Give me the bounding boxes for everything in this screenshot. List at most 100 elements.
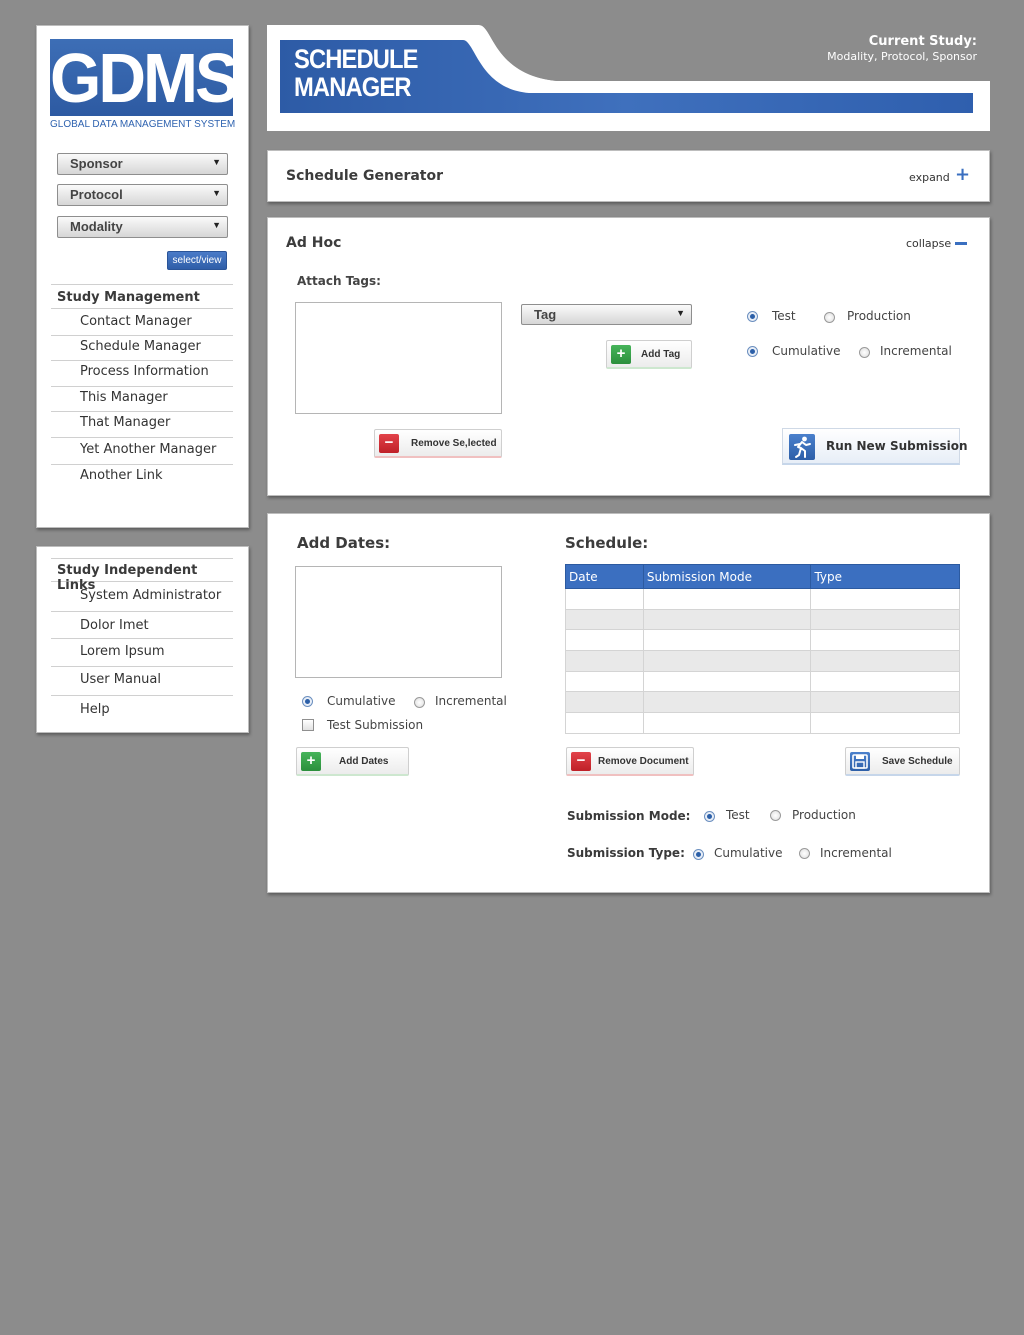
submission-mode-cell	[642, 670, 812, 693]
add-dates-button[interactable]: + Add Dates	[296, 747, 409, 776]
submission-type-incremental-radio[interactable]	[799, 848, 810, 859]
test-submission-checkbox[interactable]	[302, 719, 314, 731]
submission-mode-cell	[642, 712, 812, 734]
add-tag-label: Add Tag	[641, 349, 681, 360]
submission-type-cumulative-label: Cumulative	[714, 846, 783, 860]
type-cumulative-label: Cumulative	[772, 344, 841, 358]
independent-links-panel: Study Independent Links System Administr…	[36, 546, 249, 733]
table-row[interactable]	[565, 629, 960, 652]
dates-schedule-panel: Add Dates: Cumulative Incremental Test S…	[267, 513, 990, 893]
nav-process-information[interactable]: Process Information	[51, 361, 233, 387]
study-management-heading: Study Management	[51, 284, 233, 309]
nav-contact-manager[interactable]: Contact Manager	[51, 310, 233, 336]
nav-help[interactable]: Help	[51, 696, 233, 724]
modality-select-label: Modality	[70, 219, 123, 234]
submission-type-cumulative-radio[interactable]	[693, 849, 704, 860]
running-person-icon	[789, 434, 815, 460]
type-cell	[810, 670, 960, 693]
run-new-submission-button[interactable]: Run New Submission	[782, 428, 968, 465]
current-study-value: Modality, Protocol, Sponsor	[827, 50, 977, 63]
current-study-label: Current Study:	[868, 34, 977, 49]
column-header-submission-mode[interactable]: Submission Mode	[642, 564, 812, 589]
date-cell	[565, 629, 644, 652]
expand-link[interactable]: expand	[909, 171, 950, 184]
type-incremental-label: Incremental	[880, 344, 952, 358]
chevron-down-icon: ▼	[212, 188, 221, 198]
table-row[interactable]	[565, 588, 960, 610]
remove-selected-button[interactable]: − Remove Se,lected	[374, 429, 502, 458]
save-schedule-label: Save Schedule	[882, 756, 953, 767]
select-view-button[interactable]: select/view	[167, 251, 227, 270]
table-row[interactable]	[565, 650, 960, 672]
nav-lorem-ipsum[interactable]: Lorem Ipsum	[51, 639, 233, 667]
submission-mode-cell	[642, 588, 812, 610]
run-new-submission-label: Run New Submission	[826, 439, 968, 453]
remove-selected-label: Remove Se,lected	[411, 438, 497, 449]
type-cell	[810, 588, 960, 610]
protocol-select[interactable]: Protocol ▼	[57, 184, 228, 206]
env-production-radio[interactable]	[824, 312, 835, 323]
table-row[interactable]	[565, 608, 960, 631]
protocol-select-label: Protocol	[70, 187, 123, 202]
dates-incremental-radio[interactable]	[414, 697, 425, 708]
nav-that-manager[interactable]: That Manager	[51, 412, 233, 438]
schedule-title: Schedule:	[565, 534, 649, 552]
nav-schedule-manager[interactable]: Schedule Manager	[51, 336, 233, 361]
tag-select[interactable]: Tag ▼	[521, 304, 692, 325]
logo-text: GDMS	[50, 39, 239, 117]
save-disk-icon	[850, 752, 870, 771]
submission-type-label: Submission Type:	[567, 846, 685, 860]
collapse-link[interactable]: collapse	[906, 237, 951, 250]
submission-mode-cell	[642, 608, 812, 631]
submission-mode-test-label: Test	[726, 808, 750, 822]
submission-mode-production-radio[interactable]	[770, 810, 781, 821]
sponsor-select[interactable]: Sponsor ▼	[57, 153, 228, 175]
type-cell	[810, 629, 960, 652]
submission-mode-label: Submission Mode:	[567, 809, 691, 823]
dates-cumulative-label: Cumulative	[327, 694, 396, 708]
nav-yet-another-manager[interactable]: Yet Another Manager	[51, 438, 233, 465]
ad-hoc-title: Ad Hoc	[286, 235, 342, 251]
type-cumulative-radio[interactable]	[747, 346, 758, 357]
minus-icon[interactable]	[955, 242, 967, 245]
date-cell	[565, 650, 644, 672]
nav-system-administrator[interactable]: System Administrator	[51, 582, 233, 612]
remove-document-button[interactable]: − Remove Document	[566, 747, 694, 776]
page-title-line1: SCHEDULE	[294, 44, 419, 74]
schedule-header-row: Date Submission Mode Type	[565, 564, 960, 589]
plus-icon[interactable]: +	[955, 164, 970, 185]
ad-hoc-panel: Ad Hoc collapse Attach Tags: Tag ▼ + Add…	[267, 217, 990, 496]
submission-mode-cell	[642, 629, 812, 652]
dates-cumulative-radio[interactable]	[302, 696, 313, 707]
type-incremental-radio[interactable]	[859, 347, 870, 358]
test-submission-label: Test Submission	[327, 718, 424, 732]
modality-select[interactable]: Modality ▼	[57, 216, 228, 238]
column-header-type[interactable]: Type	[810, 564, 960, 589]
nav-user-manual[interactable]: User Manual	[51, 667, 233, 696]
add-tag-button[interactable]: + Add Tag	[606, 340, 692, 369]
table-row[interactable]	[565, 670, 960, 693]
nav-dolor-imet[interactable]: Dolor Imet	[51, 612, 233, 639]
env-test-radio[interactable]	[747, 311, 758, 322]
schedule-generator-panel: Schedule Generator expand +	[267, 150, 990, 202]
plus-icon: +	[301, 752, 321, 771]
column-header-date[interactable]: Date	[565, 564, 644, 589]
type-cell	[810, 608, 960, 631]
submission-type-incremental-label: Incremental	[820, 846, 892, 860]
table-row[interactable]	[565, 712, 960, 734]
date-cell	[565, 588, 644, 610]
submission-mode-test-radio[interactable]	[704, 811, 715, 822]
tags-listbox[interactable]	[295, 302, 502, 414]
nav-another-link[interactable]: Another Link	[51, 465, 233, 491]
save-schedule-button[interactable]: Save Schedule	[845, 747, 960, 776]
page-title: SCHEDULE MANAGER	[294, 44, 419, 101]
schedule-generator-title: Schedule Generator	[286, 168, 444, 184]
dates-incremental-label: Incremental	[435, 694, 507, 708]
dates-listbox[interactable]	[295, 566, 502, 678]
type-cell	[810, 650, 960, 672]
nav-this-manager[interactable]: This Manager	[51, 387, 233, 412]
add-dates-label: Add Dates	[339, 756, 389, 767]
table-row[interactable]	[565, 691, 960, 714]
date-cell	[565, 608, 644, 631]
type-cell	[810, 712, 960, 734]
